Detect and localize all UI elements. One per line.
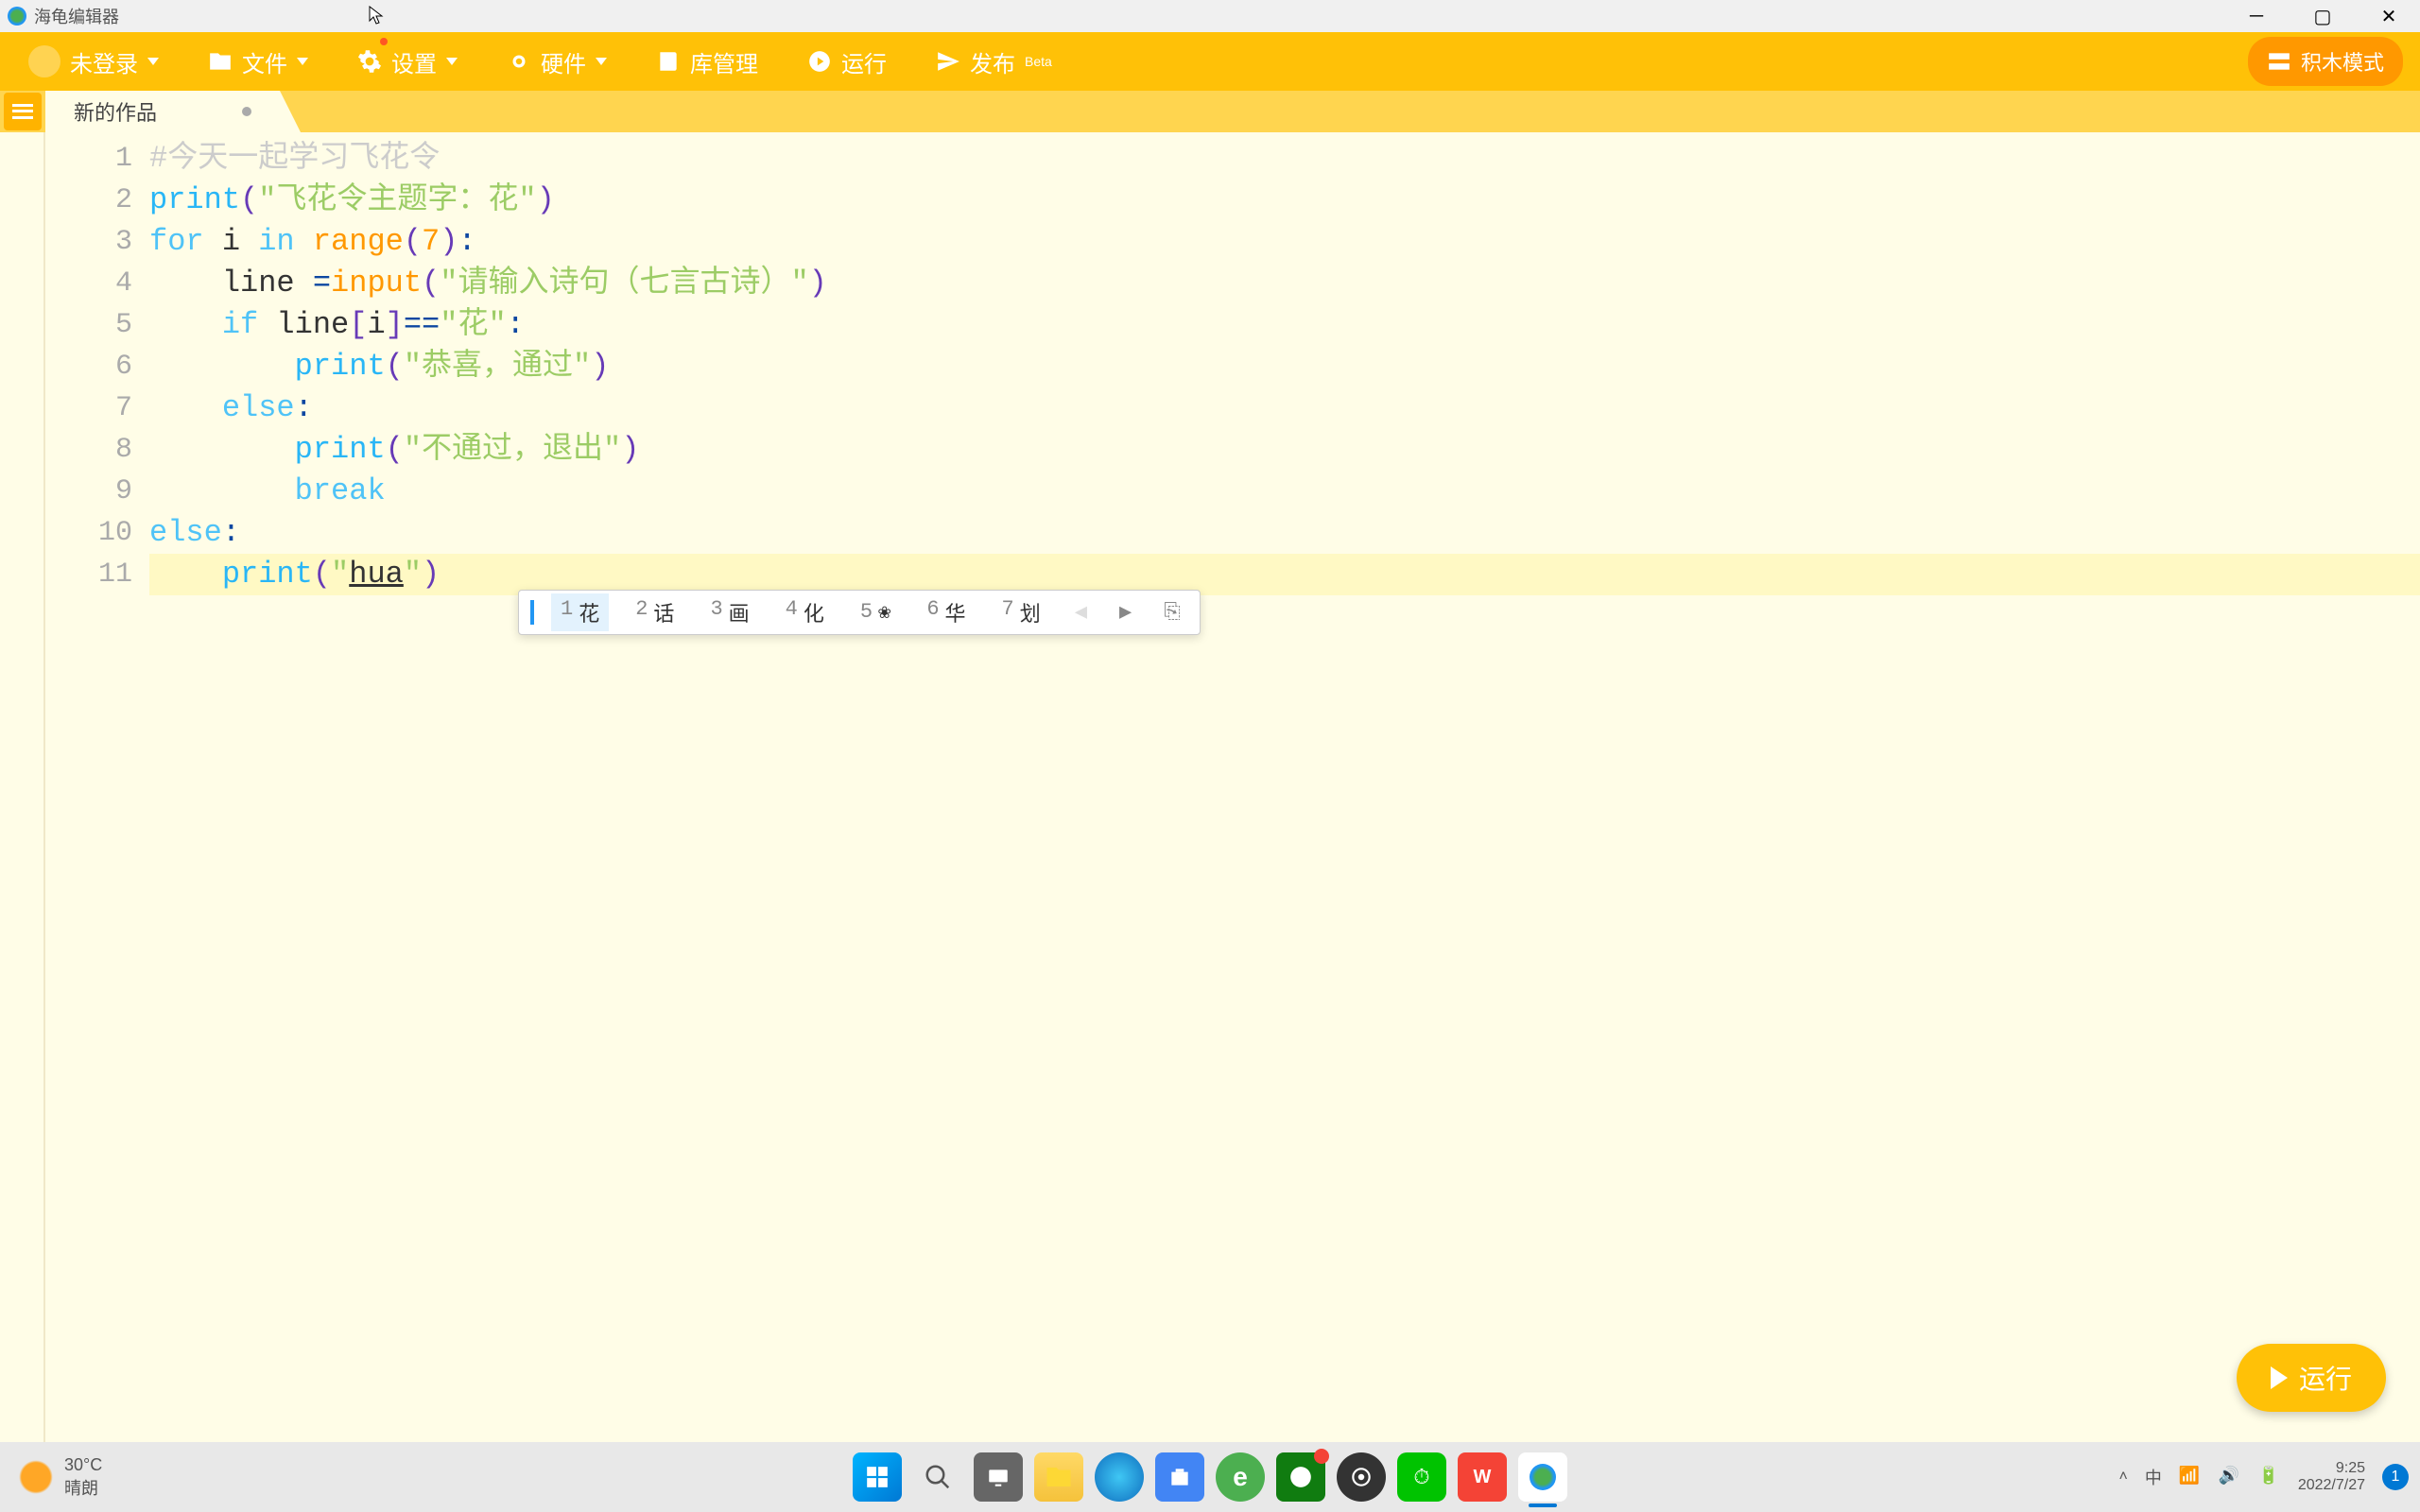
- play-icon: [2271, 1366, 2288, 1389]
- windows-taskbar: 30°C 晴朗 e ⏱ W: [0, 1442, 2420, 1512]
- ime-candidate-4[interactable]: 4 化: [776, 593, 834, 631]
- settings-menu[interactable]: 设置: [346, 40, 469, 84]
- chevron-down-icon: [446, 58, 458, 65]
- tab-document[interactable]: 新的作品: [45, 91, 280, 132]
- clock-time: 9:25: [2298, 1460, 2365, 1477]
- microsoft-store-icon[interactable]: [1155, 1452, 1204, 1502]
- library-button[interactable]: 库管理: [645, 40, 769, 84]
- ime-candidate-bar[interactable]: 1 花 2 话 3 画 4 化 5 ❀: [518, 590, 1201, 635]
- clock-date: 2022/7/27: [2298, 1477, 2365, 1494]
- toolbar: 未登录 文件 设置 硬件 库管理 运行: [0, 32, 2420, 91]
- ime-next-button[interactable]: ▶: [1112, 600, 1139, 625]
- ime-composition: hua: [349, 557, 404, 592]
- run-float-label: 运行: [2299, 1359, 2352, 1397]
- speaker-icon[interactable]: [2219, 1466, 2241, 1488]
- ime-candidate-3[interactable]: 3 画: [700, 593, 758, 631]
- ime-candidate-2[interactable]: 2 话: [626, 593, 683, 631]
- weather-widget[interactable]: 30°C 晴朗: [0, 1455, 121, 1500]
- obs-icon[interactable]: [1337, 1452, 1386, 1502]
- wifi-icon[interactable]: [2179, 1466, 2202, 1488]
- tabbar: 新的作品: [0, 91, 2420, 132]
- weather-temp: 30°C: [64, 1455, 102, 1475]
- chevron-down-icon: [147, 58, 159, 65]
- notification-button[interactable]: 1: [2382, 1464, 2409, 1490]
- ime-toolbox-button[interactable]: ⎘: [1156, 601, 1188, 625]
- line-numbers: 1234567891011: [45, 132, 149, 1442]
- battery-icon[interactable]: [2258, 1466, 2281, 1488]
- tray-overflow-button[interactable]: ˄: [2118, 1469, 2127, 1486]
- code-editor[interactable]: 1234567891011 #今天一起学习飞花令 print("飞花令主题字：花…: [45, 132, 2420, 1442]
- ime-candidate-1[interactable]: 1 花: [551, 593, 609, 631]
- blocks-icon: [2267, 49, 2291, 74]
- gear-icon: [357, 49, 382, 74]
- login-menu[interactable]: 未登录: [17, 40, 170, 84]
- block-mode-label: 积木模式: [2301, 46, 2384, 77]
- xbox-icon[interactable]: [1276, 1452, 1325, 1502]
- app-icon: [8, 7, 26, 26]
- ime-candidate-7[interactable]: 7 划: [993, 593, 1050, 631]
- sidebar-toggle-button[interactable]: [4, 93, 42, 130]
- library-label: 库管理: [690, 45, 758, 78]
- beta-badge: Beta: [1025, 54, 1052, 69]
- edge-browser-icon[interactable]: [1095, 1452, 1144, 1502]
- ime-cursor-icon: [530, 600, 534, 625]
- sun-icon: [19, 1460, 53, 1494]
- run-button[interactable]: 运行: [796, 40, 898, 84]
- start-button[interactable]: [853, 1452, 902, 1502]
- titlebar: 海龟编辑器 ─ ▢ ✕: [0, 0, 2420, 32]
- run-label: 运行: [841, 45, 887, 78]
- chevron-down-icon: [596, 58, 607, 65]
- taskbar-pinned-apps: e ⏱ W: [853, 1452, 1567, 1502]
- task-view-button[interactable]: [974, 1452, 1023, 1502]
- hardware-menu[interactable]: 硬件: [495, 40, 618, 84]
- settings-label: 设置: [391, 45, 437, 78]
- ime-candidate-5[interactable]: 5 ❀: [851, 596, 900, 628]
- code-content[interactable]: #今天一起学习飞花令 print("飞花令主题字：花") for i in ra…: [149, 132, 2420, 1442]
- close-button[interactable]: ✕: [2365, 3, 2412, 29]
- tab-label: 新的作品: [74, 96, 157, 127]
- editor-gutter: [0, 132, 45, 1442]
- block-mode-button[interactable]: 积木模式: [2248, 37, 2403, 86]
- avatar-icon: [28, 45, 60, 77]
- chip-icon: [507, 49, 531, 74]
- line-app-icon[interactable]: ⏱: [1397, 1452, 1446, 1502]
- ime-candidate-6[interactable]: 6 华: [917, 593, 975, 631]
- minimize-button[interactable]: ─: [2233, 3, 2280, 29]
- notif-count: 1: [2392, 1469, 2400, 1486]
- chevron-down-icon: [297, 58, 308, 65]
- window-title: 海龟编辑器: [34, 4, 2233, 28]
- file-label: 文件: [242, 45, 287, 78]
- clock[interactable]: 9:25 2022/7/27: [2298, 1460, 2365, 1494]
- login-label: 未登录: [70, 45, 138, 78]
- run-floating-button[interactable]: 运行: [2237, 1344, 2386, 1412]
- search-button[interactable]: [913, 1452, 962, 1502]
- hamburger-icon: [12, 104, 33, 119]
- play-icon: [807, 49, 832, 74]
- book-icon: [656, 49, 681, 74]
- ime-prev-button[interactable]: ◀: [1067, 600, 1095, 625]
- wps-icon[interactable]: W: [1458, 1452, 1507, 1502]
- dirty-indicator-icon: [242, 107, 251, 116]
- system-tray: ˄ 中 9:25 2022/7/27 1: [2118, 1460, 2420, 1494]
- hardware-label: 硬件: [541, 45, 586, 78]
- file-explorer-icon[interactable]: [1034, 1452, 1083, 1502]
- turtle-editor-taskbar-icon[interactable]: [1518, 1452, 1567, 1502]
- send-icon: [936, 49, 960, 74]
- file-menu[interactable]: 文件: [197, 40, 320, 84]
- 360-browser-icon[interactable]: e: [1216, 1452, 1265, 1502]
- ime-language-indicator[interactable]: 中: [2145, 1465, 2162, 1489]
- publish-button[interactable]: 发布 Beta: [925, 40, 1063, 84]
- publish-label: 发布: [970, 45, 1015, 78]
- weather-desc: 晴朗: [64, 1475, 102, 1500]
- folder-icon: [208, 49, 233, 74]
- maximize-button[interactable]: ▢: [2299, 3, 2346, 29]
- editor-wrapper: 1234567891011 #今天一起学习飞花令 print("飞花令主题字：花…: [0, 132, 2420, 1442]
